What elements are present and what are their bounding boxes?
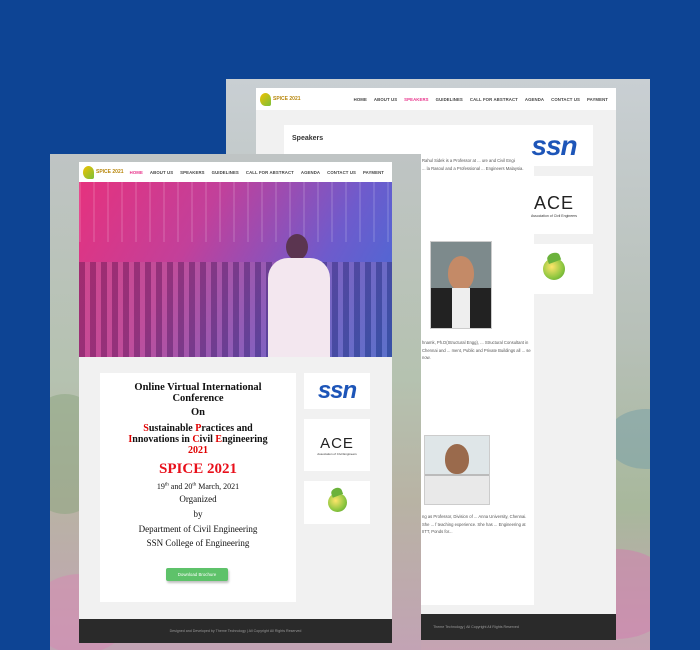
front-sponsor-logos: ssn ACE Association of Civil Engineers [304, 373, 370, 534]
speaker-3-shirt [425, 474, 489, 504]
conference-title-line1: Online Virtual International [134, 382, 262, 393]
speaker-2-bio: hnamk, Ph.D(Structural Engg), ... Struct… [422, 340, 531, 360]
back-nav-contact-us[interactable]: CONTACT US [551, 97, 580, 102]
hero-audience [79, 262, 392, 357]
front-page-screenshot: SPICE 2021 HOME ABOUT US SPEAKERS GUIDELINE… [50, 154, 421, 650]
speaker-3-bio: ng as Professor, Division of ... Anna Un… [422, 514, 527, 534]
ace-logo-card[interactable]: ACE Association of Civil Engineers [515, 176, 593, 234]
conference-title: Online Virtual International Conference [100, 382, 296, 404]
speaker-3-face [445, 444, 469, 474]
front-nav-payment[interactable]: PAYMENT [363, 170, 384, 175]
leaf-icon [260, 92, 271, 106]
front-nav-speakers[interactable]: SPEAKERS [180, 170, 204, 175]
spice-heading: SPICE 2021 [159, 461, 237, 477]
speaker-2-photo [430, 241, 492, 329]
front-footer-text: Designed and Developed by Theme Technolo… [169, 629, 302, 633]
by-label: by [193, 509, 203, 519]
download-brochure-button[interactable]: Download Brochure [166, 568, 228, 581]
ace-subtitle: Association of Civil Engineers [317, 451, 357, 456]
logo-text: SPICE 2021 [96, 169, 124, 175]
back-footer-text: Theme Technology | All Copyright All Rig… [433, 625, 519, 629]
front-nav-agenda[interactable]: AGENDA [301, 170, 320, 175]
hero-banner [79, 182, 392, 357]
back-nav-home[interactable]: HOME [354, 97, 367, 102]
spice-logo[interactable]: SPICE 2021 [83, 165, 124, 179]
front-nav-call-for-abstract[interactable]: CALL FOR ABSTRACT [246, 170, 294, 175]
globe-leaf-icon [327, 493, 347, 512]
globe-leaf-icon [543, 258, 565, 280]
department-name: Department of Civil Engineering [138, 524, 258, 534]
ssn-logo-card[interactable]: ssn [515, 125, 593, 166]
conference-date: 19th and 20th March, 2021 [156, 482, 240, 491]
back-nav-speakers[interactable]: SPEAKERS [404, 97, 428, 102]
front-nav-guidelines[interactable]: GUIDELINES [212, 170, 239, 175]
front-nav-about-us[interactable]: ABOUT US [150, 170, 173, 175]
ssn-logo: ssn [317, 377, 357, 404]
back-nav-payment[interactable]: PAYMENT [587, 97, 608, 102]
speakers-heading: Speakers [292, 135, 324, 142]
front-content: Online Virtual International Conference … [79, 357, 392, 619]
leaf-icon [83, 165, 94, 179]
conference-on: On [190, 407, 205, 418]
back-nav-links: HOME ABOUT US SPEAKERS GUIDELINES CALL FOR A… [354, 97, 608, 102]
globe-logo-card[interactable] [304, 481, 370, 524]
ace-logo: ACE [320, 434, 354, 452]
theme-line1: Sustainable Practices and [143, 423, 253, 434]
speaker-2-suit [431, 288, 491, 328]
conference-info-card: Online Virtual International Conference … [100, 373, 296, 602]
front-nav-links: HOME ABOUT US SPEAKERS GUIDELINES CALL FOR A… [130, 170, 384, 175]
ace-subtitle: Association of Civil Engineers [530, 213, 578, 218]
back-nav-guidelines[interactable]: GUIDELINES [436, 97, 463, 102]
theme-year: 2021 [188, 445, 208, 456]
ssn-logo-card[interactable]: ssn [304, 373, 370, 409]
organized-label: Organized [179, 494, 217, 504]
back-sponsor-logos: ssn ACE Association of Civil Engineers [515, 125, 593, 304]
front-nav-home[interactable]: HOME [130, 170, 143, 175]
back-navbar: SPICE 2021 HOME ABOUT US SPEAKERS GUIDELINE… [256, 88, 616, 110]
speaker-head [286, 234, 308, 260]
conference-theme: Sustainable Practices and Innovations in… [100, 423, 296, 456]
ace-logo-card[interactable]: ACE Association of Civil Engineers [304, 419, 370, 471]
hero-ceiling-lights [79, 182, 392, 242]
front-nav-contact-us[interactable]: CONTACT US [327, 170, 356, 175]
college-name: SSN College of Engineering [146, 538, 250, 548]
back-nav-call-for-abstract[interactable]: CALL FOR ABSTRACT [470, 97, 518, 102]
theme-line2: Innovations in Civil Engineering [128, 434, 268, 445]
ssn-logo: ssn [531, 129, 577, 161]
speaker-3-photo [424, 435, 490, 505]
speaker-2-face [448, 256, 474, 290]
conference-title-line2: Conference [172, 393, 224, 404]
ace-logo: ACE [533, 192, 574, 213]
logo-text: SPICE 2021 [273, 96, 301, 102]
hero-speaker-figure [264, 234, 334, 357]
front-navbar: SPICE 2021 HOME ABOUT US SPEAKERS GUIDELINE… [79, 162, 392, 182]
spice-logo[interactable]: SPICE 2021 [260, 92, 301, 106]
back-nav-agenda[interactable]: AGENDA [525, 97, 544, 102]
back-nav-about-us[interactable]: ABOUT US [374, 97, 397, 102]
globe-logo-card[interactable] [515, 244, 593, 294]
front-footer: Designed and Developed by Theme Technolo… [79, 619, 392, 643]
speaker-body [268, 258, 330, 357]
